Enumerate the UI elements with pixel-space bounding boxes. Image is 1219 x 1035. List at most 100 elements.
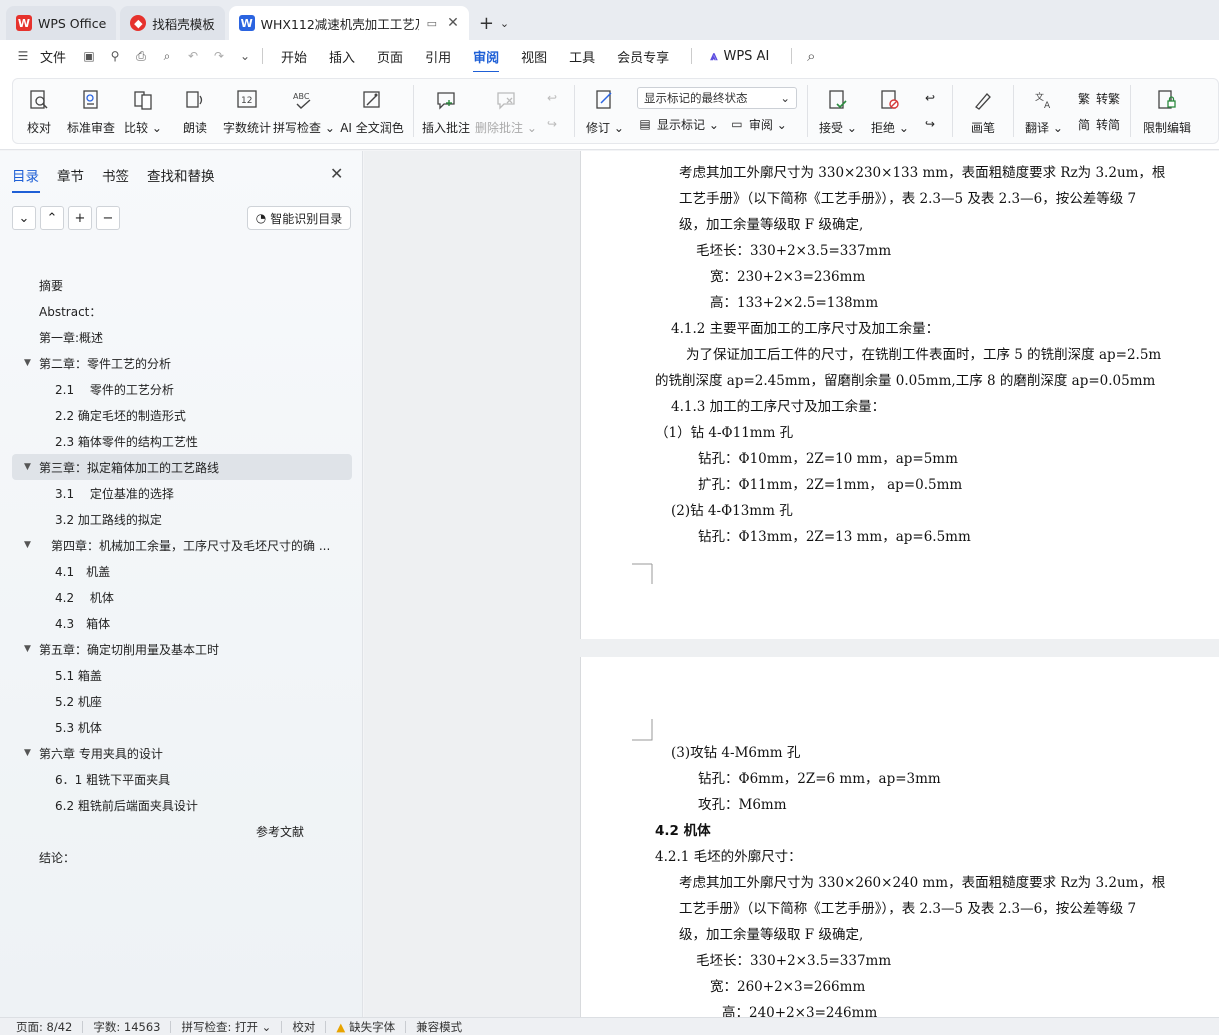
compare-icon <box>130 87 156 113</box>
expand-icon[interactable]: ⌃ <box>40 206 64 230</box>
tab-wps-office[interactable]: W WPS Office <box>6 6 117 40</box>
change-nav-group: ↩ ↪ <box>916 79 948 143</box>
close-icon[interactable]: ✕ <box>447 15 459 31</box>
toc-item[interactable]: 2.1 零件的工艺分析 <box>12 376 352 402</box>
menu-wps-ai[interactable]: ⩓ WPS AI <box>710 49 769 64</box>
toc-item[interactable]: 结论： <box>12 844 352 870</box>
pen-button[interactable]: 画笔 <box>957 79 1009 143</box>
collapse-icon[interactable]: ⌄ <box>12 206 36 230</box>
add-tab-icon[interactable]: + <box>479 13 494 34</box>
tab-document[interactable]: W WHX112减速机壳加工工艺及 ▭ ✕ <box>228 6 469 40</box>
toc-item[interactable]: 4.1 机盖 <box>12 558 352 584</box>
smart-toc-button[interactable]: ◔ 智能识别目录 <box>247 206 351 230</box>
expand-triangle-icon[interactable]: ▼ <box>24 358 31 368</box>
show-markup-button[interactable]: 显示标记 ⌄ <box>657 116 719 133</box>
expand-triangle-icon[interactable]: ▼ <box>24 462 31 472</box>
remove-heading-icon[interactable]: − <box>96 206 120 230</box>
tab-toc[interactable]: 目录 <box>12 165 40 193</box>
prev-comment-icon[interactable]: ↩ <box>544 90 560 106</box>
toc-item[interactable]: ▼ 第五章：确定切削用量及基本工时 <box>12 636 352 662</box>
chevron-down-icon[interactable]: ⌄ <box>500 17 509 30</box>
page-indicator[interactable]: 页面: 8/42 <box>16 1019 72 1035</box>
read-aloud-button[interactable]: 朗读 <box>169 79 221 143</box>
share-icon[interactable]: ⚲ <box>106 47 124 65</box>
toc-item[interactable]: 3.2 加工路线的拟定 <box>12 506 352 532</box>
toc-item[interactable]: 6．1 粗铣下平面夹具 <box>12 766 352 792</box>
search-icon[interactable]: ⌕ <box>802 47 820 65</box>
print-icon[interactable]: ⎙ <box>132 47 150 65</box>
toc-item[interactable]: 摘要 <box>12 272 352 298</box>
toc-item[interactable]: 2.3 箱体零件的结构工艺性 <box>12 428 352 454</box>
translate-button[interactable]: 文A 翻译 ⌄ <box>1018 79 1070 143</box>
menu-start[interactable]: 开始 <box>281 47 307 66</box>
expand-triangle-icon[interactable]: ▼ <box>24 644 31 654</box>
insert-comment-button[interactable]: 插入批注 <box>418 79 474 143</box>
prev-change-icon[interactable]: ↩ <box>922 90 938 106</box>
print-preview-icon[interactable]: ⌕ <box>158 47 176 65</box>
menu-view[interactable]: 视图 <box>521 47 547 66</box>
hamburger-icon[interactable]: ☰ <box>14 47 32 65</box>
tab-sections[interactable]: 章节 <box>57 165 84 185</box>
page-corner-mark <box>632 719 653 741</box>
restrict-edit-button[interactable]: 限制编辑 <box>1135 79 1199 143</box>
next-comment-icon[interactable]: ↪ <box>544 116 560 132</box>
menu-file[interactable]: 文件 <box>40 47 66 66</box>
track-changes-button[interactable]: 修订 ⌄ <box>579 79 631 143</box>
toc-item[interactable]: 第一章:概述 <box>12 324 352 350</box>
toc-item[interactable]: ▼ 第四章：机械加工余量，工序尺寸及毛坯尺寸的确 ... <box>12 532 352 558</box>
review-pane-button[interactable]: 审阅 ⌄ <box>749 116 787 133</box>
toc-item[interactable]: 4.2 机体 <box>12 584 352 610</box>
standard-review-button[interactable]: 标准审查 <box>65 79 117 143</box>
expand-triangle-icon[interactable]: ▼ <box>24 748 31 758</box>
toc-item[interactable]: ▼ 第三章：拟定箱体加工的工艺路线 <box>12 454 352 480</box>
close-pane-icon[interactable]: ✕ <box>330 164 343 183</box>
word-count-button[interactable]: 12 字数统计 <box>221 79 273 143</box>
tab-bookmarks[interactable]: 书签 <box>102 165 129 185</box>
monitor-icon[interactable]: ▭ <box>427 17 437 30</box>
toc-item[interactable]: 参考文献 <box>12 818 352 844</box>
menu-tools[interactable]: 工具 <box>569 47 595 66</box>
missing-font-status[interactable]: ▲ 缺失字体 <box>336 1019 395 1035</box>
markup-state-dropdown[interactable]: 显示标记的最终状态 ⌄ <box>637 87 797 109</box>
add-heading-icon[interactable]: + <box>68 206 92 230</box>
menu-insert[interactable]: 插入 <box>329 47 355 66</box>
doc-line: (3)攻钻 4-M6mm 孔 <box>671 745 801 761</box>
toc-item[interactable]: 3.1 定位基准的选择 <box>12 480 352 506</box>
to-simplified-button[interactable]: 简转简 <box>1076 111 1120 137</box>
proofread-button[interactable]: 校对 <box>13 79 65 143</box>
expand-triangle-icon[interactable]: ▼ <box>24 540 31 550</box>
undo-icon[interactable]: ↶ <box>184 47 202 65</box>
toc-item-label: 4.1 机盖 <box>55 564 111 579</box>
menu-page[interactable]: 页面 <box>377 47 403 66</box>
toc-item[interactable]: 6.2 粗铣前后端面夹具设计 <box>12 792 352 818</box>
save-icon[interactable]: ▣ <box>80 47 98 65</box>
reject-button[interactable]: 拒绝 ⌄ <box>864 79 916 143</box>
compare-button[interactable]: 比较 ⌄ <box>117 79 169 143</box>
toc-item[interactable]: 2.2 确定毛坯的制造形式 <box>12 402 352 428</box>
toc-item[interactable]: 5.3 机体 <box>12 714 352 740</box>
toc-item[interactable]: 5.1 箱盖 <box>12 662 352 688</box>
doc-line: 的铣削深度 ap=2.45mm，留磨削余量 0.05mm,工序 8 的磨削深度 … <box>655 373 1156 389</box>
toc-item[interactable]: 4.3 箱体 <box>12 610 352 636</box>
document-canvas[interactable]: 考虑其加工外廓尺寸为 330×230×133 mm，表面粗糙度要求 Rz为 3.… <box>364 151 1219 1017</box>
word-count-indicator[interactable]: 字数: 14563 <box>93 1019 160 1035</box>
spell-check-status[interactable]: 拼写检查: 打开 ⌄ <box>181 1019 271 1035</box>
delete-comment-button[interactable]: 删除批注 ⌄ <box>474 79 538 143</box>
spell-check-button[interactable]: ABC 拼写检查 ⌄ <box>273 79 335 143</box>
ai-polish-button[interactable]: AI 全文润色 <box>335 79 409 143</box>
toc-item[interactable]: ▼ 第六章 专用夹具的设计 <box>12 740 352 766</box>
proofread-status[interactable]: 校对 <box>292 1019 315 1035</box>
menu-references[interactable]: 引用 <box>425 47 451 66</box>
menu-member[interactable]: 会员专享 <box>617 47 669 66</box>
toc-item[interactable]: ▼ 第二章：零件工艺的分析 <box>12 350 352 376</box>
menu-review[interactable]: 审阅 <box>473 47 500 73</box>
tab-docer-templates[interactable]: ◆ 找稻壳模板 <box>120 6 225 40</box>
accept-button[interactable]: 接受 ⌄ <box>812 79 864 143</box>
toc-item[interactable]: 5.2 机座 <box>12 688 352 714</box>
next-change-icon[interactable]: ↪ <box>922 116 938 132</box>
more-chevron-icon[interactable]: ⌄ <box>236 47 254 65</box>
tab-find-replace[interactable]: 查找和替换 <box>147 165 215 185</box>
to-traditional-button[interactable]: 繁转繁 <box>1076 85 1120 111</box>
toc-item[interactable]: Abstract： <box>12 298 352 324</box>
redo-icon[interactable]: ↷ <box>210 47 228 65</box>
